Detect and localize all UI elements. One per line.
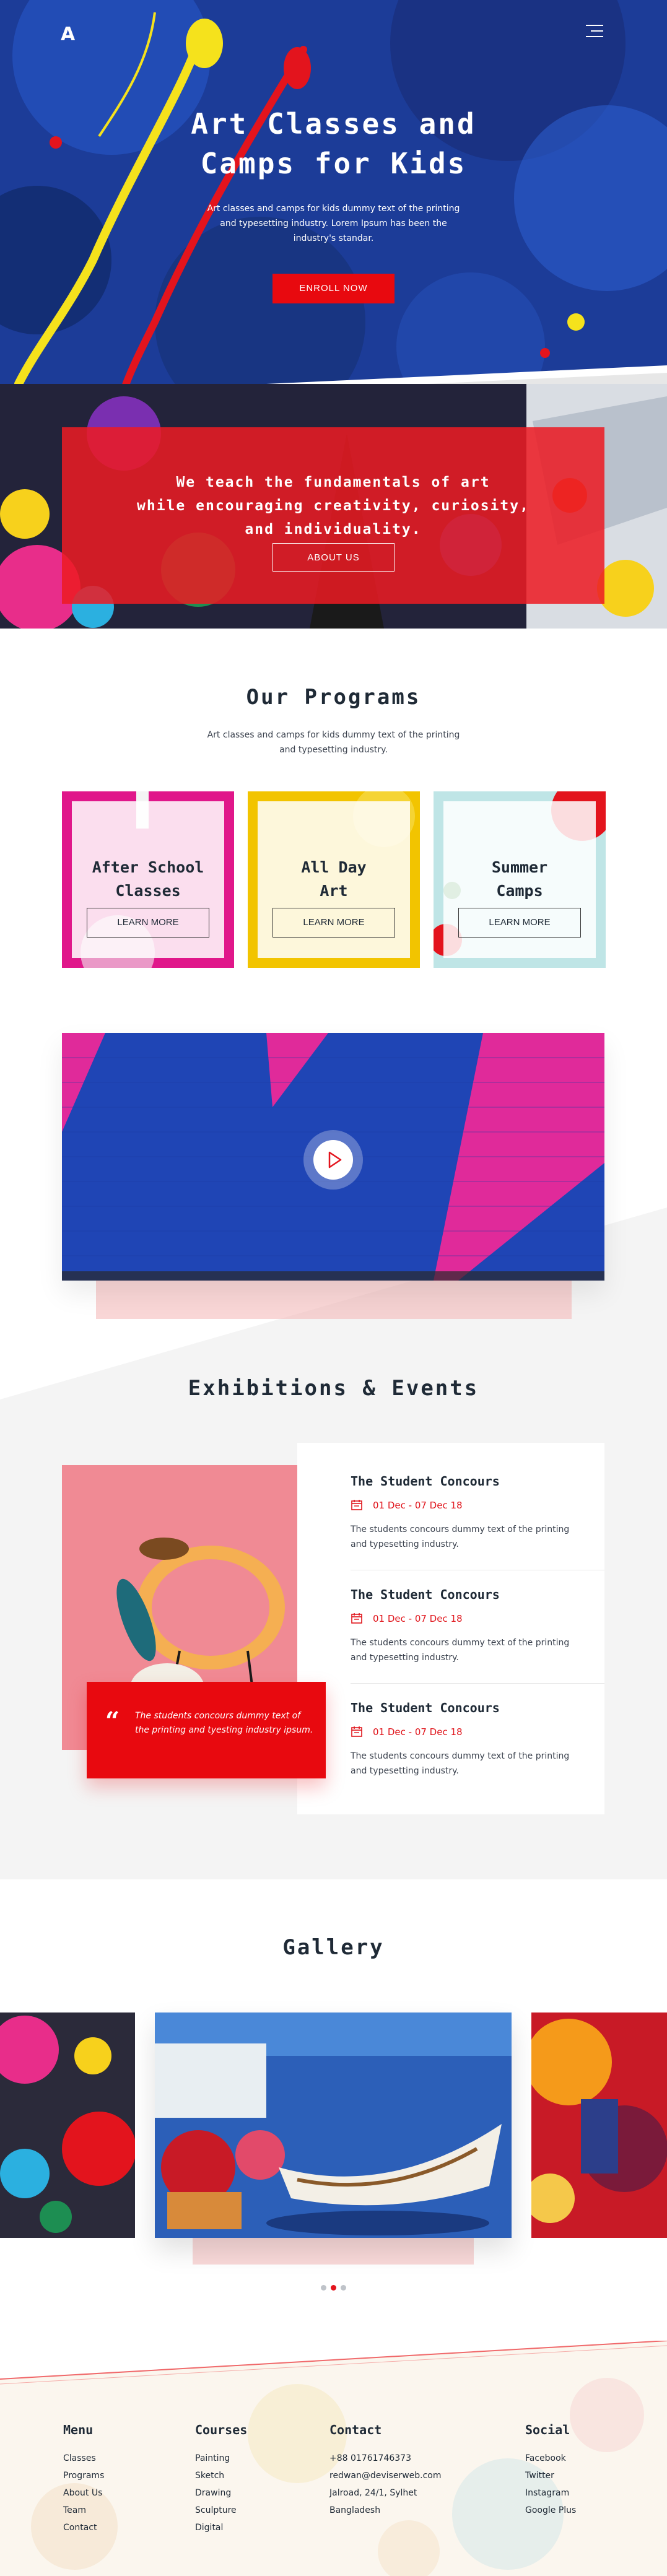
program-card-title-line-2: Classes [115,882,181,900]
programs-subtitle-line-2: and typesetting industry. [279,745,388,755]
footer-link-facebook[interactable]: Facebook [525,2450,576,2467]
play-button[interactable] [303,1130,363,1190]
program-card-title: Summer Camps [434,856,606,903]
footer-link[interactable]: Programs [63,2467,104,2484]
programs-subtitle-line-1: Art classes and camps for kids dummy tex… [207,730,460,740]
program-card-title-line-1: Summer [491,858,548,876]
gallery-image-prev[interactable] [0,2012,135,2238]
program-card-panel: After School Classes LEARN MORE [72,801,224,958]
brand-logo[interactable]: A [61,24,75,45]
event-date: 01 Dec - 07 Dec 18 [373,1726,463,1738]
event-description: The students concours dummy text of the … [351,1638,570,1663]
event-date: 01 Dec - 07 Dec 18 [373,1613,463,1624]
learn-more-button[interactable]: LEARN MORE [458,908,581,938]
program-card-title-line-1: After School [92,858,204,876]
footer-link-instagram[interactable]: Instagram [525,2484,576,2502]
calendar-icon [351,1726,362,1737]
calendar-icon [351,1500,362,1510]
event-divider [351,1683,604,1684]
about-us-button[interactable]: ABOUT US [272,543,395,572]
calendar-icon [351,1613,362,1624]
footer-heading: Social [525,2422,570,2437]
event-date: 01 Dec - 07 Dec 18 [373,1500,463,1511]
footer-link[interactable]: Drawing [195,2484,247,2502]
video-shadow [96,1276,572,1319]
footer-address-country: Bangladesh [329,2505,381,2515]
gallery-title: Gallery [282,1935,385,1960]
teach-line-2: while encouraging creativity, curiosity, [137,498,530,514]
footer-menu-column: Menu Classes Programs About Us Team Cont… [63,2422,104,2536]
gallery-dot-2-active[interactable] [331,2285,336,2291]
teach-overlay-box: We teach the fundamentals of art while e… [62,427,604,604]
program-card-panel: Summer Camps LEARN MORE [443,801,596,958]
footer-link[interactable]: Sketch [195,2467,247,2484]
footer-link[interactable]: Classes [63,2450,104,2467]
footer-phone[interactable]: +88 01761746373 [329,2450,442,2467]
footer-heading: Menu [63,2422,94,2437]
learn-more-button[interactable]: LEARN MORE [272,908,395,938]
gallery-dot-1[interactable] [321,2285,326,2291]
teach-line-1: We teach the fundamentals of art [176,474,490,490]
program-card-all-day-art[interactable]: All Day Art LEARN MORE [248,791,420,968]
footer-link[interactable]: Digital [195,2519,247,2536]
footer-social-column: Social Facebook Twitter Instagram Google… [525,2422,576,2519]
events-list: The Student Concours 01 Dec - 07 Dec 18 … [297,1443,604,1814]
hero-title: Art Classes and Camps for Kids [0,104,667,183]
gallery-dot-3[interactable] [341,2285,346,2291]
program-card-title-line-1: All Day [301,858,367,876]
program-card-title-line-2: Camps [496,882,543,900]
footer-heading: Courses [195,2422,248,2437]
footer-link-twitter[interactable]: Twitter [525,2467,576,2484]
event-description: The students concours dummy text of the … [351,1525,570,1549]
gallery-image-next[interactable] [531,2012,667,2238]
footer-email[interactable]: redwan@deviserweb.com [329,2467,442,2484]
teach-statement: We teach the fundamentals of art while e… [62,471,604,541]
program-card-title: All Day Art [248,856,420,903]
teach-line-3: and individuality. [245,521,422,537]
hero-section: A Art Classes and Camps for Kids Art cla… [0,0,667,409]
footer-heading: Contact [329,2422,382,2437]
footer-link[interactable]: Sculpture [195,2502,247,2519]
gallery-image-active[interactable] [155,2012,512,2238]
quote-text: The students concours dummy text of the … [135,1711,313,1735]
hamburger-menu-icon[interactable] [586,24,603,38]
program-card-panel: All Day Art LEARN MORE [258,801,410,958]
hero-subtitle: Art classes and camps for kids dummy tex… [207,204,460,243]
quote-box: “ The students concours dummy text of th… [87,1682,326,1778]
program-card-after-school[interactable]: After School Classes LEARN MORE [62,791,234,968]
footer-link[interactable]: Contact [63,2519,104,2536]
footer-contact-column: Contact +88 01761746373 redwan@deviserwe… [329,2422,442,2519]
programs-title: Our Programs [246,685,421,710]
event-title[interactable]: The Student Concours [351,1700,500,1715]
event-title[interactable]: The Student Concours [351,1474,500,1489]
footer-link[interactable]: Team [63,2502,104,2519]
learn-more-button[interactable]: LEARN MORE [87,908,209,938]
hero-title-line-1: Art Classes and [191,107,476,141]
footer-address-line: Jalroad, 24/1, Sylhet [329,2488,417,2498]
footer-link[interactable]: Painting [195,2450,247,2467]
play-icon[interactable] [313,1140,353,1180]
program-card-title-line-2: Art [320,882,348,900]
quote-icon: “ [105,1707,120,1736]
program-card-summer-camps[interactable]: Summer Camps LEARN MORE [434,791,606,968]
footer-link-google-plus[interactable]: Google Plus [525,2502,576,2519]
teach-section: We teach the fundamentals of art while e… [0,384,667,629]
hero-title-line-2: Camps for Kids [200,147,467,180]
programs-subtitle: Art classes and camps for kids dummy tex… [0,728,667,757]
event-description: The students concours dummy text of the … [351,1751,570,1776]
event-title[interactable]: The Student Concours [351,1587,500,1602]
exhibitions-title: Exhibitions & Events [188,1376,479,1401]
enroll-now-button[interactable]: ENROLL NOW [272,274,395,303]
footer-link[interactable]: About Us [63,2484,104,2502]
program-card-title: After School Classes [62,856,234,903]
footer-courses-column: Courses Painting Sketch Drawing Sculptur… [195,2422,247,2536]
